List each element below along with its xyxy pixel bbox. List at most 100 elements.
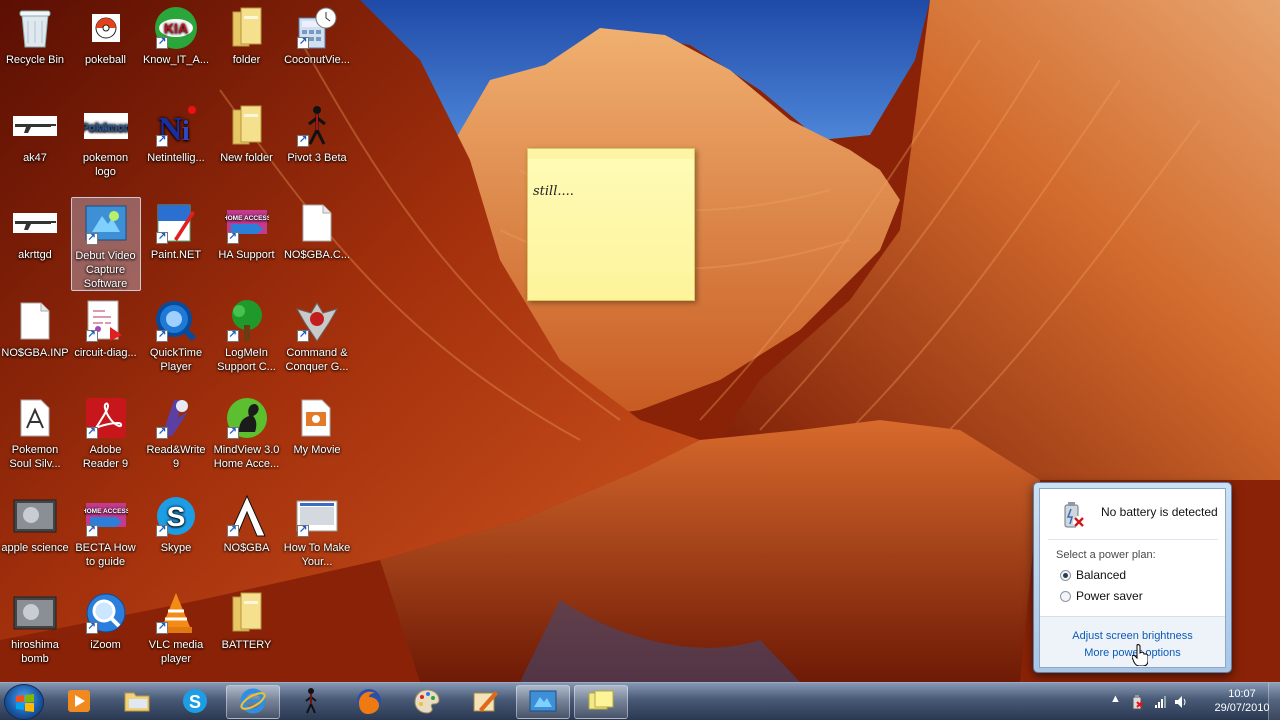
desktop-icon-label[interactable]: iZoom — [71, 638, 141, 652]
pokemon-logo-icon[interactable]: Pokémon — [83, 104, 128, 148]
tree-icon[interactable] — [225, 299, 269, 343]
desktop-icon[interactable]: NO$GBA.C... — [282, 197, 352, 291]
desktop-icon-label[interactable]: LogMeIn Support C... — [212, 346, 282, 374]
movie-file-icon[interactable] — [295, 396, 339, 440]
media-player-icon[interactable] — [66, 688, 92, 717]
stick-figure-icon[interactable] — [295, 104, 339, 148]
desktop-icon-label[interactable]: circuit-diag... — [71, 346, 141, 360]
desktop-icon-label[interactable]: Adobe Reader 9 — [71, 443, 141, 471]
taskbar-clock[interactable]: 10:07 29/07/2010 — [1212, 687, 1272, 715]
skype-icon[interactable]: S — [154, 494, 198, 538]
volume-tray-icon[interactable] — [1174, 695, 1188, 709]
desktop-icon-label[interactable]: My Movie — [282, 443, 352, 457]
taskbar-button[interactable] — [400, 685, 454, 719]
desktop-icon-label[interactable]: Skype — [141, 541, 211, 555]
taskbar-button[interactable] — [284, 685, 338, 719]
kia-icon[interactable]: KIA — [154, 6, 198, 50]
read-write-icon[interactable] — [154, 396, 198, 440]
desktop-icon-label[interactable]: NO$GBA — [212, 541, 282, 555]
adobe-reader-icon[interactable] — [84, 396, 128, 440]
sketch-tool-icon[interactable] — [471, 687, 499, 718]
desktop-icon-label[interactable]: pokemon logo — [71, 151, 141, 179]
desktop-icon-label[interactable]: CoconutVie... — [282, 53, 352, 67]
plan-balanced-label[interactable]: Balanced — [1076, 568, 1126, 582]
desktop-icon[interactable]: ak47 — [0, 100, 70, 194]
video-thumbnail-icon[interactable] — [13, 494, 57, 538]
desktop-icon-label[interactable]: hiroshima bomb — [0, 638, 70, 666]
desktop-icon[interactable]: HOME ACCESS BECTA How to guide — [71, 490, 141, 584]
desktop-icon[interactable]: LogMeIn Support C... — [212, 295, 282, 389]
desktop-icon[interactable]: CoconutVie... — [282, 2, 352, 96]
taskbar-button[interactable] — [342, 685, 396, 719]
desktop-icon[interactable]: circuit-diag... — [71, 295, 141, 389]
sticky-note-titlebar[interactable] — [528, 149, 694, 159]
calculator-icon[interactable] — [295, 6, 339, 50]
desktop-icon[interactable]: Paint.NET — [141, 197, 211, 291]
explorer-folder-icon[interactable] — [123, 689, 151, 716]
internet-explorer-icon[interactable] — [239, 687, 267, 718]
desktop-icon-label[interactable]: VLC media player — [141, 638, 211, 666]
paint-net-icon[interactable] — [154, 201, 198, 245]
desktop-icon-label[interactable]: NO$GBA.C... — [282, 248, 352, 262]
stick-figure-icon[interactable] — [304, 687, 318, 718]
quicktime-icon[interactable] — [154, 299, 198, 343]
desktop-icon-label[interactable]: How To Make Your... — [282, 541, 352, 569]
desktop-icon-label[interactable]: Pivot 3 Beta — [282, 151, 352, 165]
home-access-icon[interactable]: HOME ACCESS — [84, 494, 128, 538]
sticky-notes-icon[interactable] — [587, 689, 615, 716]
pokeball-icon[interactable] — [84, 6, 128, 50]
desktop-icon-label[interactable]: Know_IT_A... — [141, 53, 211, 67]
desktop-icon[interactable]: akrttgd — [0, 197, 70, 291]
desktop-icon-label[interactable]: Command & Conquer G... — [282, 346, 352, 374]
desktop-icon-label[interactable]: folder — [212, 53, 282, 67]
desktop-icon[interactable]: How To Make Your... — [282, 490, 352, 584]
show-desktop-button[interactable] — [1268, 683, 1280, 720]
home-access-icon[interactable]: HOME ACCESS — [225, 201, 269, 245]
desktop-icon[interactable]: iZoom — [71, 587, 141, 681]
desktop-icon-label[interactable]: MindView 3.0 Home Acce... — [212, 443, 282, 471]
nosgba-icon[interactable] — [225, 494, 269, 538]
desktop-icon-label[interactable]: NO$GBA.INP — [0, 346, 70, 360]
desktop-icon[interactable]: hiroshima bomb — [0, 587, 70, 681]
desktop-icon[interactable]: Recycle Bin — [0, 2, 70, 96]
pdf-document-icon[interactable] — [84, 299, 128, 343]
desktop-icon-label[interactable]: Read&Write 9 — [141, 443, 211, 471]
skype-icon[interactable]: S — [182, 688, 208, 717]
desktop-icon[interactable]: pokeball — [71, 2, 141, 96]
clock-date[interactable]: 29/07/2010 — [1212, 701, 1272, 715]
adjust-brightness-link[interactable]: Adjust screen brightness — [1040, 630, 1225, 642]
desktop-icon[interactable]: KIA Know_IT_A... — [141, 2, 211, 96]
desktop-icon[interactable]: QuickTime Player — [141, 295, 211, 389]
desktop-icon[interactable]: NO$GBA.INP — [0, 295, 70, 389]
desktop-icon[interactable]: New folder — [212, 100, 282, 194]
paint-palette-icon[interactable] — [413, 687, 441, 718]
taskbar-button[interactable] — [110, 685, 164, 719]
rifle-icon[interactable] — [13, 104, 57, 148]
desktop-icon[interactable]: VLC media player — [141, 587, 211, 681]
recycle-bin-icon[interactable] — [13, 6, 57, 50]
network-tray-icon[interactable] — [1154, 695, 1168, 709]
clock-time[interactable]: 10:07 — [1212, 687, 1272, 701]
desktop-icon-label[interactable]: Netintellig... — [141, 151, 211, 165]
taskbar-button[interactable] — [52, 685, 106, 719]
sticky-note[interactable]: still.... — [527, 148, 695, 301]
start-button[interactable] — [4, 684, 44, 720]
power-tray-icon[interactable] — [1130, 694, 1144, 710]
desktop-icon[interactable]: Pokemon Soul Silv... — [0, 392, 70, 486]
sticky-note-text[interactable]: still.... — [533, 184, 574, 199]
desktop-icon[interactable]: Pokémon pokemon logo — [71, 100, 141, 194]
desktop-icon[interactable]: MindView 3.0 Home Acce... — [212, 392, 282, 486]
document-icon[interactable] — [13, 299, 57, 343]
radio-unselected-indicator[interactable] — [1060, 590, 1071, 602]
taskbar-button[interactable] — [574, 685, 628, 719]
desktop-icon[interactable]: BATTERY — [212, 587, 282, 681]
desktop-icon[interactable]: Ni Netintellig... — [141, 100, 211, 194]
desktop-icon-label[interactable]: akrttgd — [0, 248, 70, 262]
debut-video-icon[interactable] — [84, 202, 128, 246]
desktop-icon-label[interactable]: BECTA How to guide — [71, 541, 141, 569]
izoom-icon[interactable] — [84, 591, 128, 635]
taskbar-button[interactable] — [226, 685, 280, 719]
video-file-icon[interactable] — [295, 494, 339, 538]
desktop-icon-label[interactable]: New folder — [212, 151, 282, 165]
desktop-icon-label[interactable]: apple science — [0, 541, 70, 555]
